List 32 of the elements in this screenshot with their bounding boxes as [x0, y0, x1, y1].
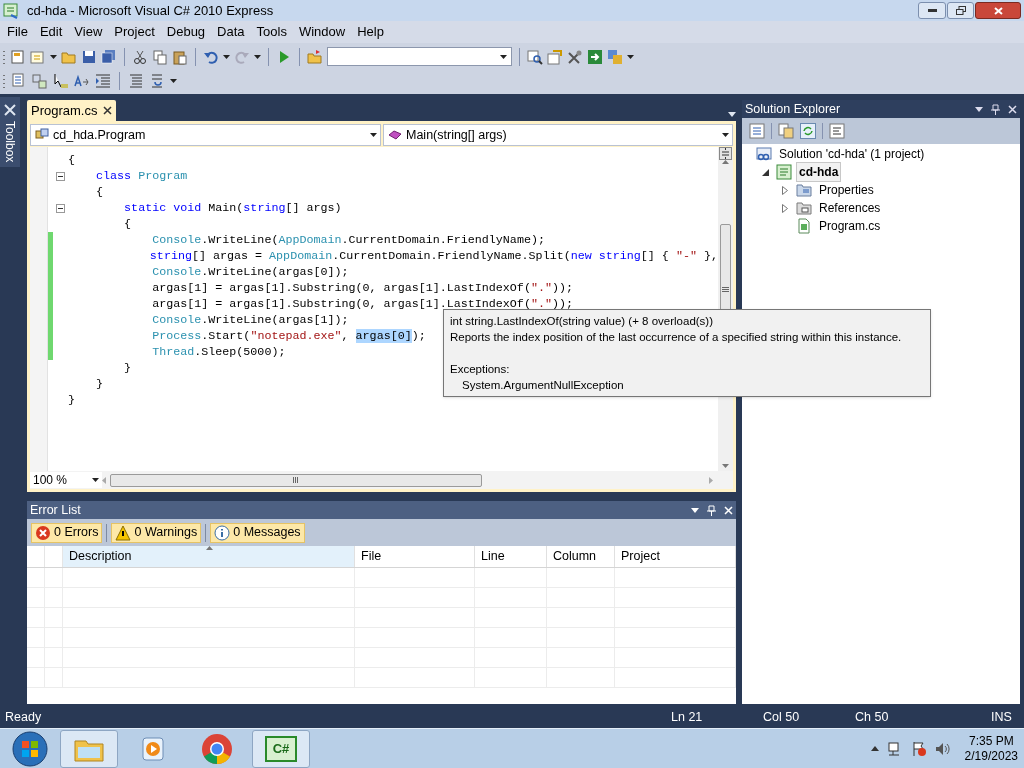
column-indicator: Col 50	[763, 708, 801, 726]
code-line: Console.WriteLine(argas[0]);	[151, 264, 349, 280]
code-line: {	[68, 152, 75, 168]
code-line: argas[1] = argas[1].Substring(0, argas[1].LastIndexOf("."));	[151, 280, 573, 296]
exceptions-label: Exceptions:	[450, 362, 511, 377]
clock-date: 2/19/2023	[964, 748, 1018, 764]
window-title: cd-hda - Microsoft Visual C# 2010 Express	[27, 1, 274, 20]
code-line: string[] argas = AppDomain.CurrentDomain.FriendlyName.Split(new string[] { "-" },	[148, 248, 718, 264]
code-line: {	[123, 216, 132, 232]
code-line: }	[123, 360, 132, 376]
code-line: Process.Start("notepad.exe", argas[0]);	[151, 328, 426, 344]
code-line: }	[68, 392, 75, 408]
code-line: static void Main(string[] args)	[123, 200, 342, 216]
code-line: argas[1] = argas[1].Substring(0, argas[1].LastIndexOf("."));	[151, 296, 573, 312]
tooltip-signature: int string.LastIndexOf(string value) (+ 8 overload(s))	[450, 314, 714, 329]
line-indicator: Ln 21	[671, 708, 704, 726]
code-line: Console.WriteLine(argas[1]);	[151, 312, 349, 328]
clock-time: 7:35 PM	[968, 733, 1014, 749]
tooltip-description: Reports the index position of the last occurrence of a specified string within this instance.	[450, 330, 903, 345]
code-line: Console.WriteLine(AppDomain.CurrentDomain.FriendlyName);	[151, 232, 545, 248]
code-line: class Program	[95, 168, 188, 184]
panel-title: Error List	[30, 501, 81, 519]
code-line: {	[95, 184, 104, 200]
code-line: Thread.Sleep(5000);	[151, 344, 286, 360]
panel-title: Solution Explorer	[745, 100, 841, 118]
status-message: Ready	[5, 708, 42, 726]
exception-name: System.ArgumentNullException	[461, 378, 625, 393]
code-line: }	[95, 376, 104, 392]
char-indicator: Ch 50	[855, 708, 890, 726]
toolbox-label: Toolbox	[2, 121, 18, 163]
code-editor-icon: C#	[265, 735, 297, 762]
insert-mode-indicator: INS	[991, 708, 1013, 726]
